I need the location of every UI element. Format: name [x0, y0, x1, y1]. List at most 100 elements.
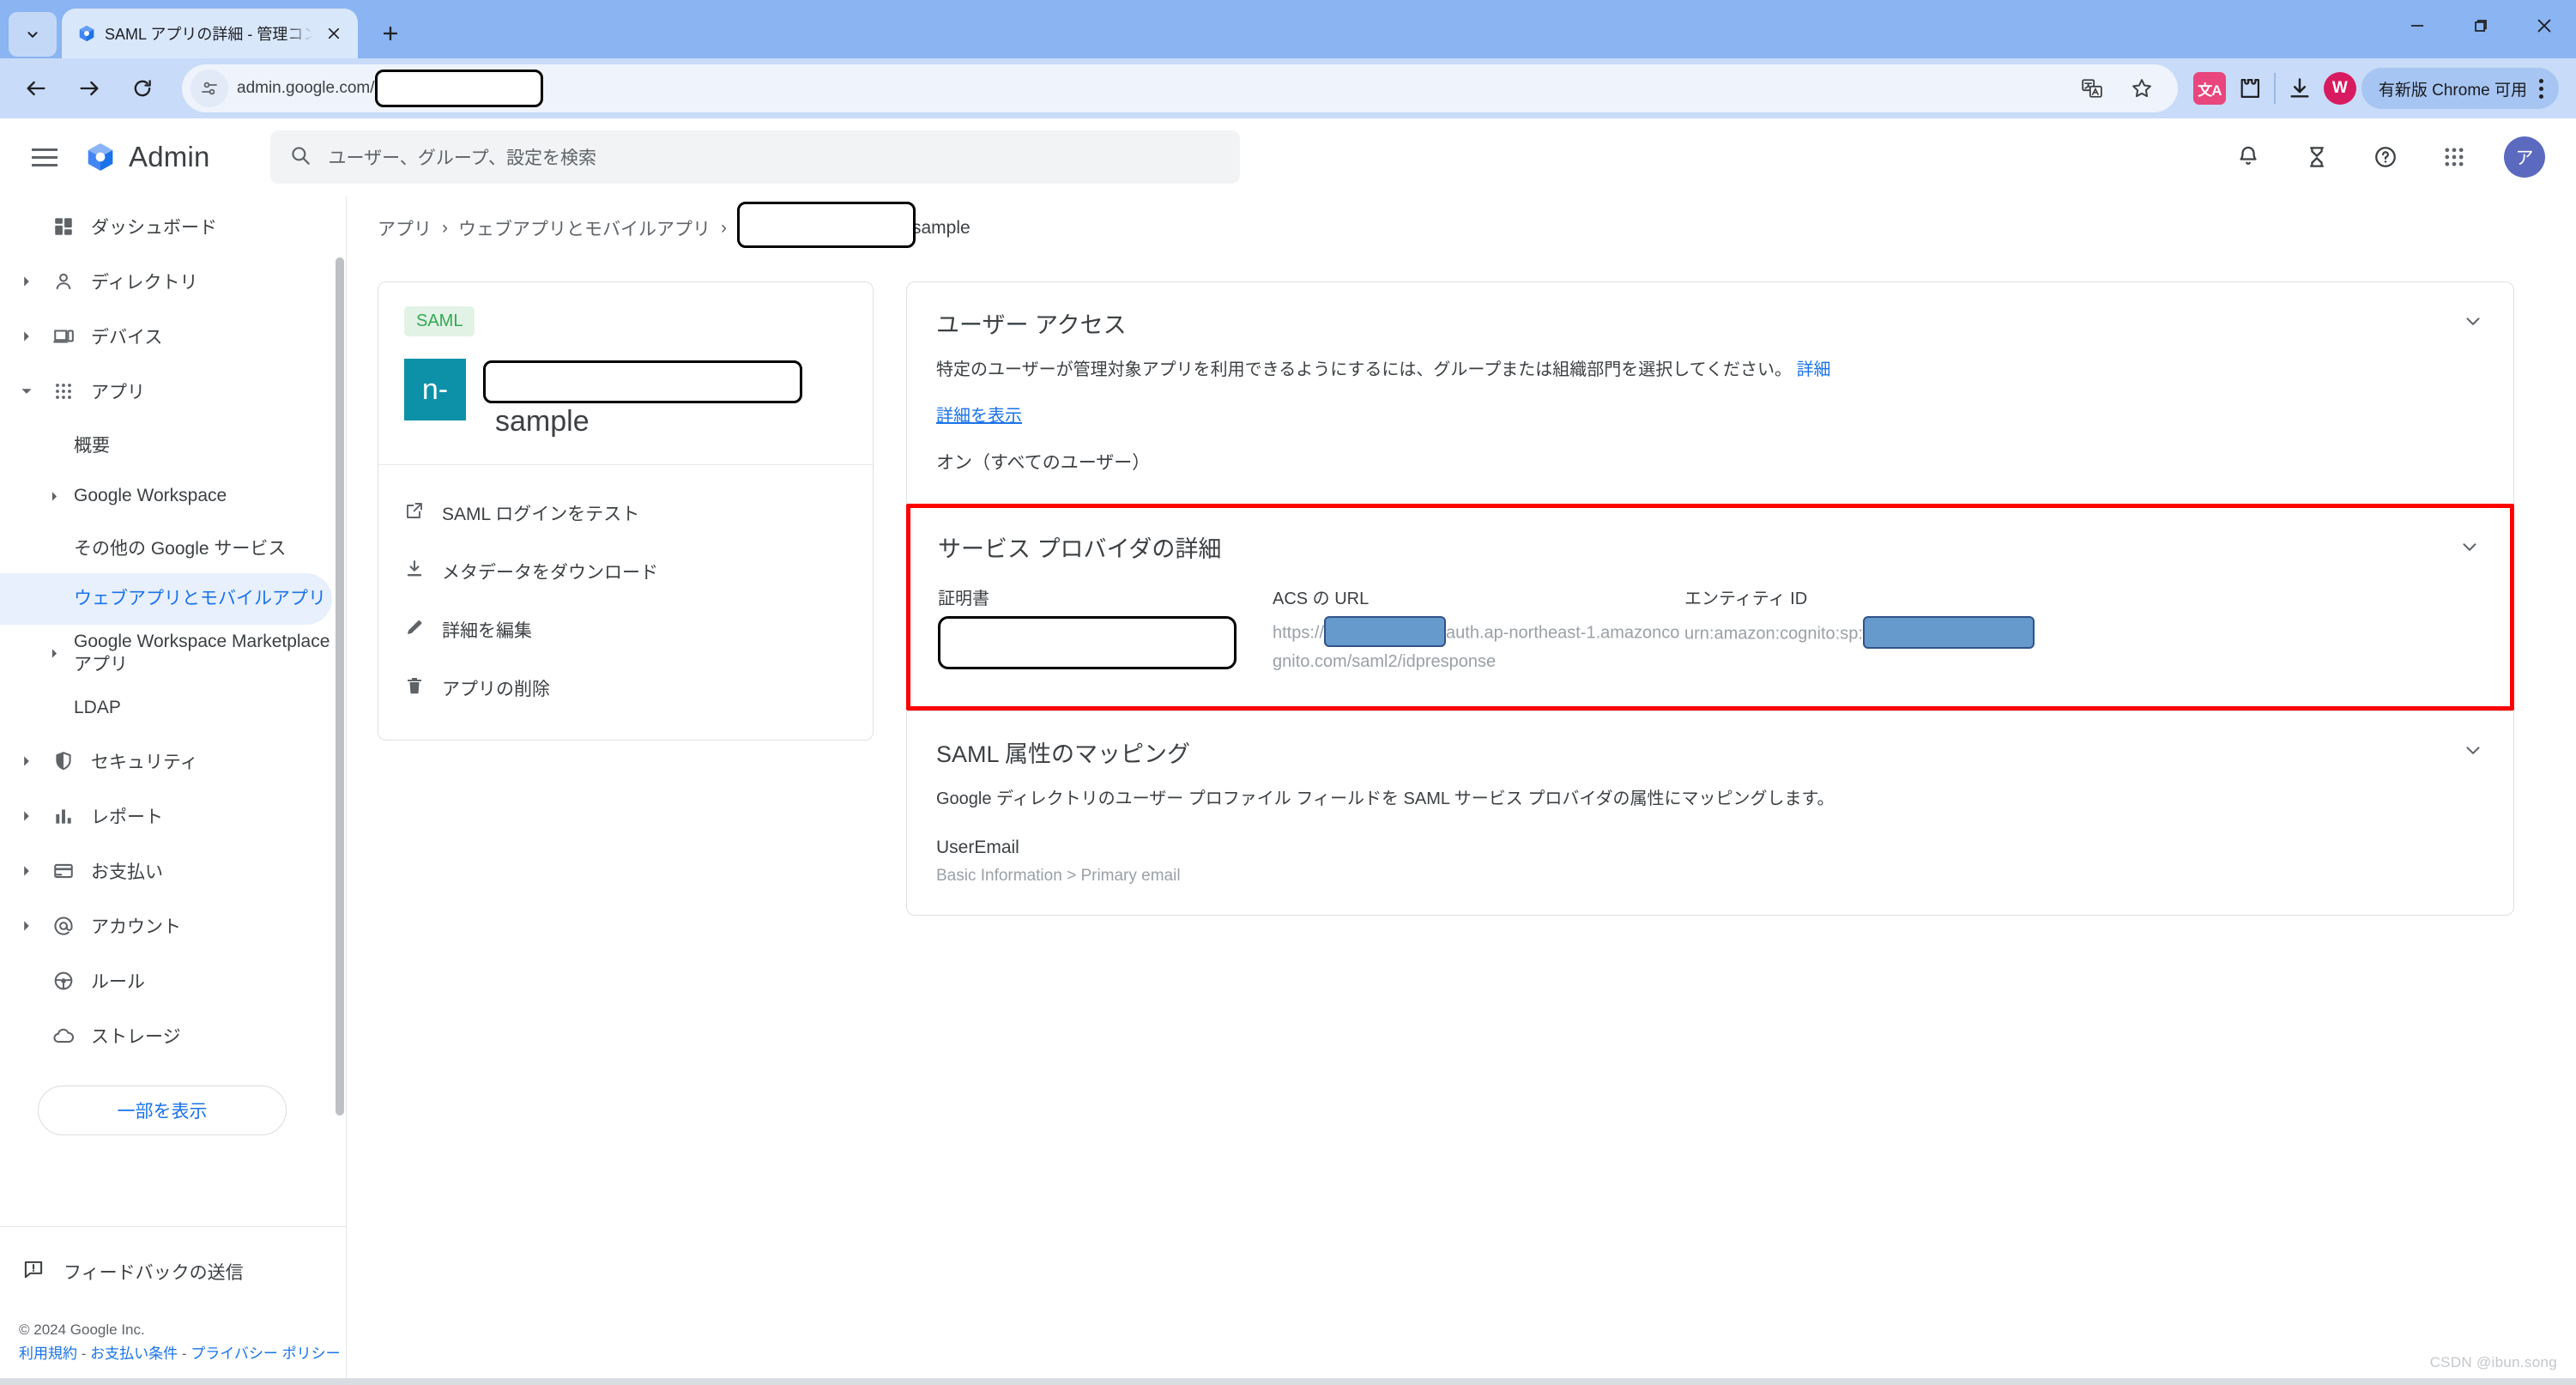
download-metadata-button[interactable]: メタデータをダウンロード	[378, 542, 873, 601]
delete-app-button[interactable]: アプリの削除	[378, 659, 873, 717]
tab-strip: SAML アプリの詳細 - 管理コンソ―	[0, 0, 2576, 58]
sidebar-item-directory[interactable]: ディレクトリ	[0, 254, 346, 309]
chevron-down-icon[interactable]	[12, 385, 41, 397]
privacy-link[interactable]: プライバシー ポリシー	[190, 1346, 340, 1362]
chrome-menu-icon[interactable]	[2534, 78, 2549, 99]
sidebar-item-devices[interactable]: デバイス	[0, 309, 346, 364]
learn-more-link[interactable]: 詳細	[1797, 360, 1831, 379]
search-icon	[289, 144, 311, 171]
section-description: Google ディレクトリのユーザー プロファイル フィールドを SAML サー…	[936, 789, 1835, 808]
service-provider-section: サービス プロバイダの詳細 証明書 ACS の URL https:// aut…	[906, 504, 2514, 711]
forward-icon[interactable]	[65, 64, 113, 112]
entity-id-label: エンティティ ID	[1684, 590, 1808, 608]
hourglass-icon[interactable]	[2298, 138, 2336, 176]
app-card-header: SAML n- sample	[378, 282, 873, 465]
send-feedback-button[interactable]: フィードバックの送信	[0, 1248, 346, 1296]
sidebar-item-reports[interactable]: レポート	[0, 789, 346, 844]
bottom-strip	[0, 1378, 2576, 1385]
tab-title: SAML アプリの詳細 - 管理コンソ―	[105, 26, 313, 43]
sidebar-item-billing[interactable]: お支払い	[0, 844, 346, 898]
sidebar-label: Google Workspace Marketplace アプリ	[74, 632, 330, 675]
reload-icon[interactable]	[118, 64, 166, 112]
sidebar-item-web-and-mobile-apps[interactable]: ウェブアプリとモバイルアプリ	[0, 573, 332, 625]
translate-icon[interactable]	[2073, 70, 2111, 107]
new-tab-button[interactable]	[368, 11, 413, 56]
chevron-right-icon[interactable]	[41, 491, 67, 502]
address-bar[interactable]: admin.google.com/	[182, 64, 2178, 112]
billing-terms-link[interactable]: お支払い条件	[90, 1346, 178, 1362]
admin-appbar: Admin ユーザー、グループ、設定を検索 ア	[0, 118, 2576, 196]
terms-link[interactable]: 利用規約	[19, 1346, 77, 1362]
breadcrumb-apps[interactable]: アプリ	[378, 215, 432, 241]
close-window-icon[interactable]	[2513, 0, 2576, 51]
attribute-name: UserEmail	[936, 838, 1019, 857]
download-icon[interactable]	[2281, 70, 2319, 107]
action-label: アプリの削除	[442, 680, 550, 699]
sidebar-item-dashboard[interactable]: ダッシュボード	[0, 199, 346, 254]
translate-extension-icon[interactable]: 文A	[2192, 72, 2226, 105]
test-saml-login-button[interactable]: SAML ログインをテスト	[378, 484, 873, 542]
sidebar-label: 概要	[74, 436, 110, 456]
close-icon[interactable]	[322, 21, 346, 45]
sidebar-item-other-google-services[interactable]: その他の Google サービス	[0, 522, 346, 573]
sidebar-item-google-workspace[interactable]: Google Workspace	[0, 470, 346, 522]
main-content: アプリ › ウェブアプリとモバイルアプリ › sample SAML n- sa…	[347, 196, 2576, 1385]
maximize-icon[interactable]	[2449, 0, 2513, 51]
chevron-right-icon[interactable]	[12, 330, 41, 342]
appbar-actions: ア	[2229, 136, 2550, 178]
profile-avatar[interactable]: W	[2323, 72, 2356, 105]
breadcrumb-separator: ›	[442, 218, 448, 238]
browser-window: SAML アプリの詳細 - 管理コンソ―	[0, 0, 2576, 1385]
admin-logo[interactable]: Admin	[84, 141, 210, 173]
sidebar-item-apps[interactable]: アプリ	[0, 364, 346, 419]
sidebar-item-security[interactable]: セキュリティ	[0, 734, 346, 789]
edit-details-button[interactable]: 詳細を編集	[378, 601, 873, 659]
chevron-right-icon[interactable]	[12, 920, 41, 932]
chevron-right-icon[interactable]	[12, 755, 41, 767]
chevron-right-icon[interactable]	[12, 810, 41, 822]
sidebar-scrollbar[interactable]	[336, 257, 344, 1116]
sidebar-item-overview[interactable]: 概要	[0, 419, 346, 470]
bookmark-star-icon[interactable]	[2123, 70, 2161, 107]
show-some-button[interactable]: 一部を表示	[38, 1085, 287, 1135]
omnibox-actions	[2073, 70, 2166, 107]
tab-search-button[interactable]	[9, 12, 57, 57]
notifications-bell-icon[interactable]	[2229, 138, 2267, 176]
device-icon	[41, 325, 86, 348]
sidebar-label: ルール	[91, 971, 145, 992]
minimize-icon[interactable]	[2386, 0, 2449, 51]
certificate-field: 証明書	[938, 584, 1273, 675]
trash-icon	[404, 675, 425, 701]
chevron-down-icon[interactable]	[2462, 310, 2484, 336]
section-title: サービス プロバイダの詳細	[938, 536, 1222, 562]
sidebar-item-marketplace-apps[interactable]: Google Workspace Marketplace アプリ	[0, 625, 346, 682]
back-icon[interactable]	[12, 64, 60, 112]
url-redaction-box	[374, 70, 543, 107]
chevron-down-icon[interactable]	[2458, 535, 2481, 562]
chrome-update-button[interactable]: 有新版 Chrome 可用	[2361, 68, 2559, 109]
sidebar-item-account[interactable]: アカウント	[0, 898, 346, 953]
breadcrumb-web-mobile-apps[interactable]: ウェブアプリとモバイルアプリ	[458, 215, 711, 241]
entity-id-field: エンティティ ID urn:amazon:cognito:sp:	[1684, 584, 2472, 675]
search-input[interactable]: ユーザー、グループ、設定を検索	[269, 130, 1240, 184]
chevron-right-icon[interactable]	[41, 648, 67, 659]
sidebar-item-storage[interactable]: ストレージ	[0, 1008, 346, 1063]
chevron-down-icon[interactable]	[2462, 739, 2484, 765]
chevron-right-icon[interactable]	[12, 865, 41, 877]
browser-tab[interactable]: SAML アプリの詳細 - 管理コンソ―	[62, 9, 358, 58]
app-summary-card: SAML n- sample SAML ログインをテスト メタデータをダウンロー…	[378, 281, 874, 741]
help-icon[interactable]	[2367, 138, 2404, 176]
sidebar-item-ldap[interactable]: LDAP	[0, 682, 346, 734]
site-settings-icon[interactable]	[190, 70, 228, 107]
sidebar-label: セキュリティ	[91, 752, 198, 772]
menu-icon[interactable]	[21, 133, 69, 181]
chevron-right-icon[interactable]	[12, 275, 41, 287]
extensions-puzzle-icon[interactable]	[2231, 70, 2269, 107]
account-avatar[interactable]: ア	[2504, 136, 2545, 178]
sidebar-item-rules[interactable]: ルール	[0, 953, 346, 1008]
show-some-wrap: 一部を表示	[0, 1063, 346, 1135]
chrome-update-label: 有新版 Chrome 可用	[2378, 81, 2527, 100]
url-text: admin.google.com/	[237, 79, 375, 97]
apps-grid-icon[interactable]	[2435, 138, 2473, 176]
show-details-link[interactable]: 詳細を表示	[936, 402, 1022, 426]
